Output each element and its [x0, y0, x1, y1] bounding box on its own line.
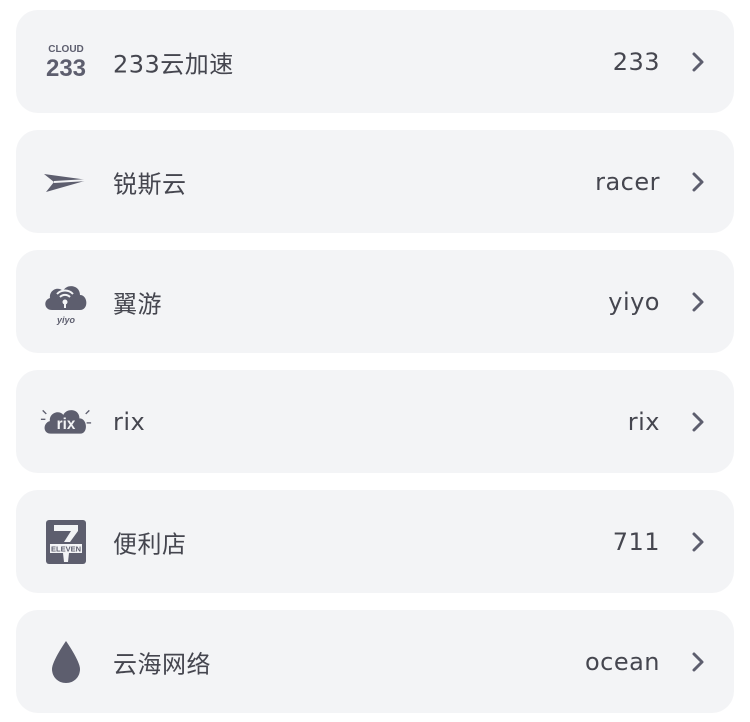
provider-list: CLOUD 233 233云加速 233 锐斯云 racer yiyo 翼游 y… — [0, 0, 750, 722]
seven-eleven-logo-icon: ELEVEN — [40, 516, 92, 568]
provider-item-ocean[interactable]: 云海网络 ocean — [16, 610, 734, 713]
provider-name: 云海网络 — [113, 650, 211, 678]
cloud-233-logo-icon: CLOUD 233 — [40, 36, 92, 88]
provider-item-racer[interactable]: 锐斯云 racer — [16, 130, 734, 233]
water-drop-icon — [40, 636, 92, 688]
logo-text-eleven: ELEVEN — [51, 544, 81, 553]
provider-item-rix[interactable]: rix rix rix — [16, 370, 734, 473]
provider-value: 233 — [612, 47, 660, 76]
yiyo-cloud-signal-icon: yiyo — [40, 276, 92, 328]
logo-text-rix: rix — [57, 416, 76, 433]
chevron-right-icon — [692, 412, 704, 431]
provider-value: 711 — [612, 527, 660, 556]
provider-value: ocean — [584, 647, 660, 676]
provider-item-yiyo[interactable]: yiyo 翼游 yiyo — [16, 250, 734, 353]
chevron-right-icon — [692, 292, 704, 311]
logo-text-233: 233 — [46, 55, 86, 82]
provider-value: rix — [627, 407, 660, 436]
provider-name: 便利店 — [113, 530, 187, 558]
chevron-right-icon — [692, 172, 704, 191]
provider-value: racer — [595, 167, 660, 196]
provider-value: yiyo — [608, 287, 660, 316]
provider-name: 233云加速 — [113, 50, 234, 78]
logo-text-yiyo: yiyo — [56, 315, 76, 325]
chevron-right-icon — [692, 52, 704, 71]
paper-plane-icon — [40, 156, 92, 208]
provider-item-711[interactable]: ELEVEN 便利店 711 — [16, 490, 734, 593]
rix-cloud-logo-icon: rix — [40, 396, 92, 448]
logo-text-cloud: CLOUD — [48, 44, 84, 55]
provider-item-233[interactable]: CLOUD 233 233云加速 233 — [16, 10, 734, 113]
provider-name: 翼游 — [113, 290, 162, 318]
chevron-right-icon — [692, 652, 704, 671]
provider-name: rix — [113, 407, 146, 436]
provider-name: 锐斯云 — [113, 170, 187, 198]
chevron-right-icon — [692, 532, 704, 551]
